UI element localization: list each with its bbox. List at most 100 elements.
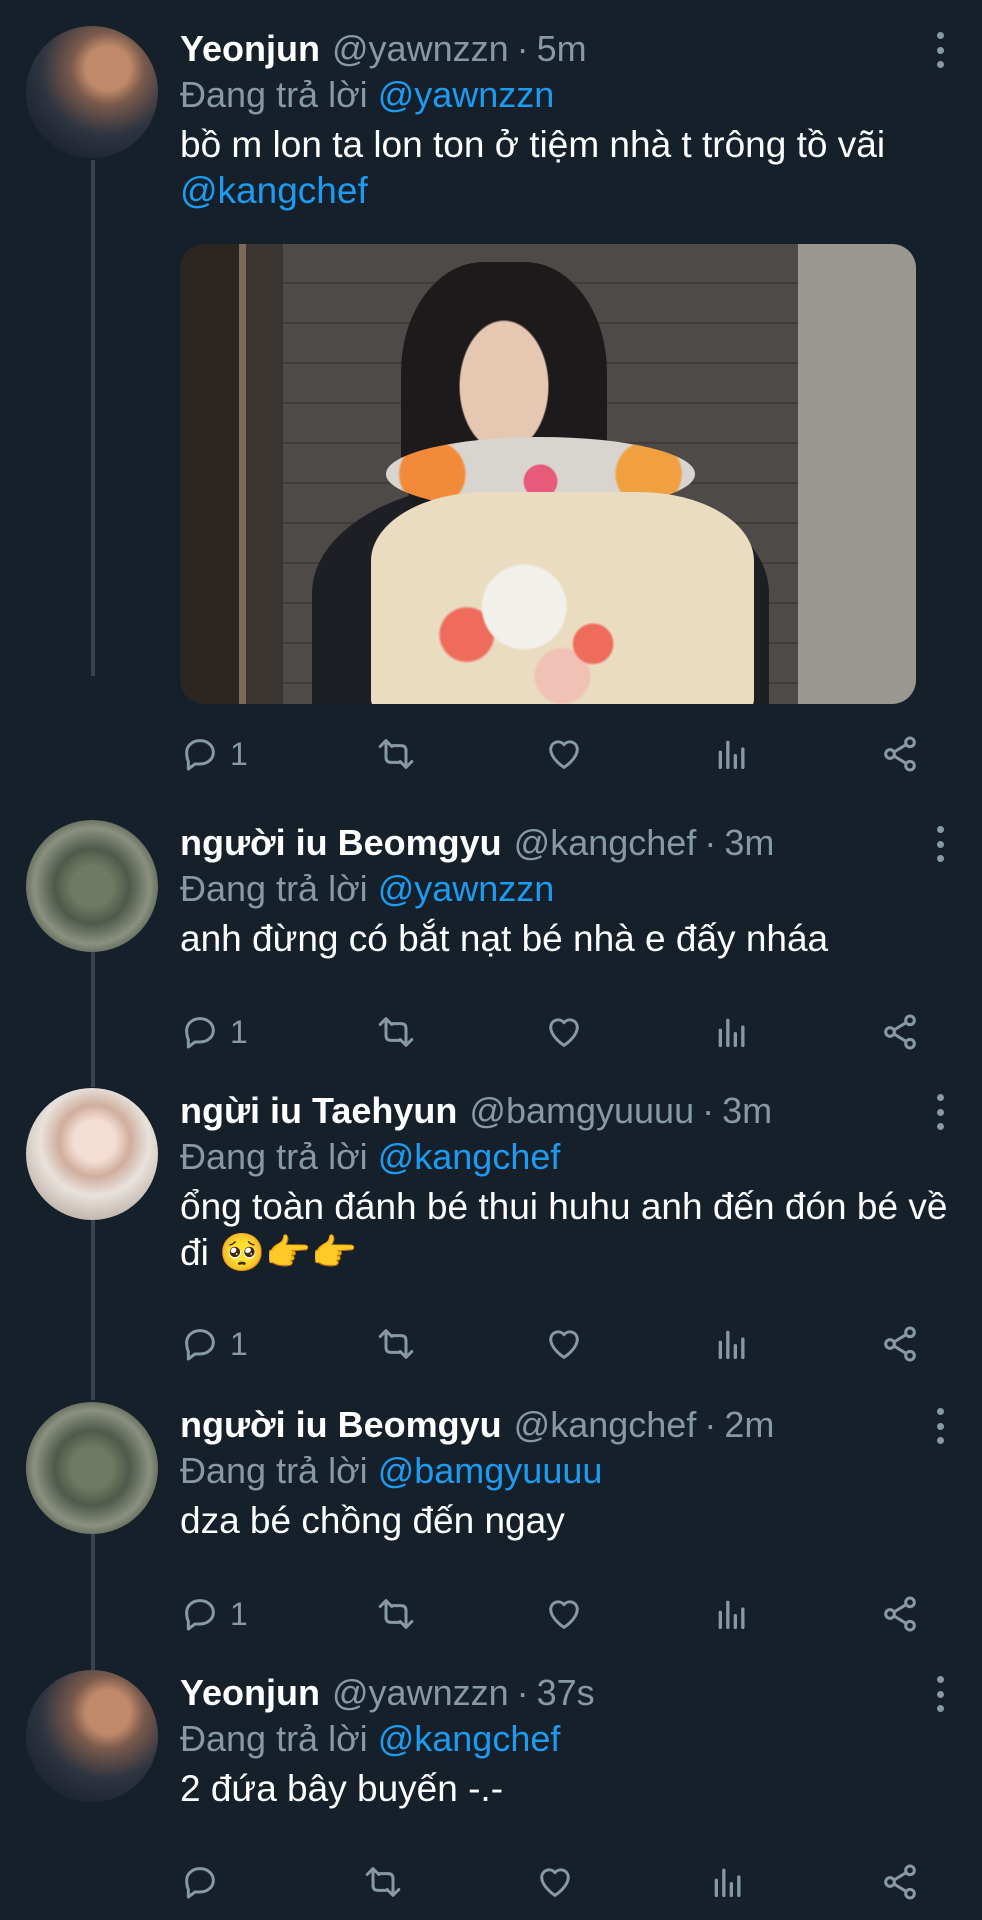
reply-button[interactable]: 1 [180,1594,248,1634]
display-name[interactable]: người iu Beomgyu [180,820,502,866]
tweet[interactable]: Yeonjun @yawnzzn · 5m Đang trả lời @yawn… [0,0,982,800]
tweet[interactable]: người iu Beomgyu @kangchef · 2m Đang trả… [0,1376,982,1646]
more-icon[interactable] [928,1408,952,1444]
more-icon[interactable] [928,826,952,862]
reply-count: 1 [230,1325,248,1362]
reply-icon [185,1867,215,1899]
reply-mention[interactable]: @kangchef [378,1136,561,1177]
share-icon [884,1014,916,1050]
retweet-button[interactable] [376,1324,416,1364]
tweet[interactable]: Yeonjun @yawnzzn · 37s Đang trả lời @kan… [0,1644,982,1920]
text-mention[interactable]: @kangchef [180,170,368,211]
reply-button[interactable]: 1 [180,734,248,774]
more-icon[interactable] [928,1094,952,1130]
reply-label: Đang trả lời [180,1450,368,1491]
reply-mention[interactable]: @bamgyuuuu [378,1450,603,1491]
more-icon[interactable] [928,1676,952,1712]
tweet-actions: 1 [180,732,920,776]
tweet-text: dza bé chồng đến ngay [180,1500,565,1541]
reply-icon [185,1329,215,1361]
share-icon [884,1596,916,1632]
timestamp[interactable]: 2m [724,1402,774,1448]
tweet-header: Yeonjun @yawnzzn · 37s [180,1670,952,1716]
share-button[interactable] [880,1324,920,1364]
tweet[interactable]: ngừi iu Taehyun @bamgyuuuu · 3m Đang trả… [0,1062,982,1382]
avatar[interactable] [26,820,158,952]
analytics-button[interactable] [712,1594,752,1634]
avatar[interactable] [26,1402,158,1534]
tweet-actions: 1 [180,1322,920,1366]
reply-label: Đang trả lời [180,74,368,115]
reply-mention[interactable]: @kangchef [378,1718,561,1759]
share-button[interactable] [880,1012,920,1052]
like-icon [549,740,579,769]
reply-button[interactable] [180,1862,230,1902]
analytics-icon [718,1018,745,1047]
reply-context: Đang trả lời @bamgyuuuu [180,1448,952,1494]
tweet-actions: 1 [180,1010,920,1054]
tweet-text: 2 đứa bây buyến -.- [180,1768,504,1809]
timestamp[interactable]: 3m [724,820,774,866]
display-name[interactable]: ngừi iu Taehyun [180,1088,457,1134]
retweet-button[interactable] [376,734,416,774]
separator: · [704,822,717,863]
analytics-icon [718,1330,745,1359]
user-handle[interactable]: @yawnzzn [332,26,509,72]
reply-button[interactable]: 1 [180,1324,248,1364]
avatar[interactable] [26,1088,158,1220]
analytics-icon [718,740,745,769]
like-icon [549,1600,579,1629]
like-icon [549,1330,579,1359]
share-button[interactable] [880,1862,920,1902]
separator: · [704,1404,717,1445]
reply-icon [185,1599,215,1631]
tweet-actions [180,1860,920,1904]
like-button[interactable] [544,1324,584,1364]
reply-count: 1 [230,735,248,772]
tweet[interactable]: người iu Beomgyu @kangchef · 3m Đang trả… [0,794,982,1064]
reply-mention[interactable]: @yawnzzn [378,868,555,909]
retweet-button[interactable] [376,1012,416,1052]
display-name[interactable]: người iu Beomgyu [180,1402,502,1448]
reply-label: Đang trả lời [180,868,368,909]
reply-context: Đang trả lời @yawnzzn [180,72,952,118]
analytics-button[interactable] [712,1324,752,1364]
user-handle[interactable]: @bamgyuuuu [469,1088,694,1134]
user-handle[interactable]: @kangchef [514,820,697,866]
reply-label: Đang trả lời [180,1718,368,1759]
timestamp[interactable]: 3m [722,1088,772,1134]
display-name[interactable]: Yeonjun [180,1670,320,1716]
timestamp[interactable]: 5m [537,26,587,72]
retweet-button[interactable] [376,1594,416,1634]
reply-mention[interactable]: @yawnzzn [378,74,555,115]
retweet-icon [378,1329,414,1359]
analytics-button[interactable] [712,1012,752,1052]
user-handle[interactable]: @kangchef [514,1402,697,1448]
like-button[interactable] [544,1594,584,1634]
like-button[interactable] [544,734,584,774]
tweet-header: người iu Beomgyu @kangchef · 3m [180,820,952,866]
tweet-photo[interactable] [180,244,916,704]
share-icon [884,1326,916,1362]
share-button[interactable] [880,734,920,774]
tweet-actions: 1 [180,1592,920,1636]
display-name[interactable]: Yeonjun [180,26,320,72]
analytics-button[interactable] [712,734,752,774]
share-button[interactable] [880,1594,920,1634]
tweet-text: bồ m lon ta lon ton ở tiệm nhà t trông t… [180,122,952,214]
like-button[interactable] [544,1012,584,1052]
tweet-text: ổng toàn đánh bé thui huhu anh đến đón b… [180,1186,948,1273]
reply-icon [185,1017,215,1049]
more-icon[interactable] [928,32,952,68]
timestamp[interactable]: 37s [537,1670,595,1716]
retweet-button[interactable] [363,1862,403,1902]
avatar[interactable] [26,26,158,158]
retweet-icon [378,739,414,769]
user-handle[interactable]: @yawnzzn [332,1670,509,1716]
reply-button[interactable]: 1 [180,1012,248,1052]
like-button[interactable] [535,1862,575,1902]
separator: · [702,1090,715,1131]
analytics-button[interactable] [708,1862,748,1902]
tweet-thread: Yeonjun @yawnzzn · 5m Đang trả lời @yawn… [0,0,982,1920]
avatar[interactable] [26,1670,158,1802]
